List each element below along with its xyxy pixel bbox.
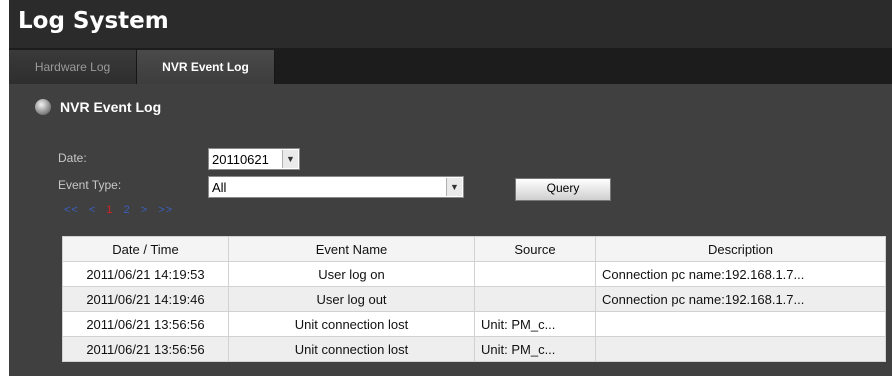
- nvr-event-log-panel: NVR Event Log Date: 20110621 ▼ Event Typ…: [9, 84, 892, 376]
- column-header-description[interactable]: Description: [595, 236, 886, 262]
- chevron-down-icon[interactable]: ▼: [282, 150, 298, 168]
- cell-date-time: 2011/06/21 13:56:56: [62, 336, 229, 362]
- log-system-window: Log System Hardware Log NVR Event Log NV…: [9, 0, 892, 376]
- pager-page-2[interactable]: 2: [124, 204, 131, 216]
- date-label: Date:: [58, 151, 87, 165]
- cell-source: [474, 286, 596, 312]
- chevron-down-icon[interactable]: ▼: [446, 178, 462, 196]
- cell-source: Unit: PM_c...: [474, 336, 596, 362]
- event-type-select[interactable]: All ▼: [208, 176, 464, 198]
- cell-event-name: Unit connection lost: [228, 336, 475, 362]
- event-type-select-value: All: [212, 180, 227, 195]
- cell-date-time: 2011/06/21 13:56:56: [62, 311, 229, 337]
- tab-nvr-event-log[interactable]: NVR Event Log: [137, 50, 275, 84]
- pager-first-link[interactable]: <<: [64, 204, 79, 216]
- cell-description: Connection pc name:192.168.1.7...: [595, 286, 886, 312]
- cell-source: Unit: PM_c...: [474, 311, 596, 337]
- cell-source: [474, 261, 596, 287]
- column-header-date-time[interactable]: Date / Time: [62, 236, 229, 262]
- pager-last-link[interactable]: >>: [158, 204, 173, 216]
- cell-event-name: Unit connection lost: [228, 311, 475, 337]
- cell-event-name: User log out: [228, 286, 475, 312]
- pager-next-link[interactable]: >: [141, 204, 148, 216]
- cell-date-time: 2011/06/21 14:19:53: [62, 261, 229, 287]
- circle-bullet-icon: [35, 99, 51, 115]
- table-header-row: Date / Time Event Name Source Descriptio…: [62, 236, 886, 262]
- cell-description: [595, 336, 886, 362]
- table-row[interactable]: 2011/06/21 14:19:46 User log out Connect…: [62, 286, 886, 312]
- table-row[interactable]: 2011/06/21 13:56:56 Unit connection lost…: [62, 336, 886, 362]
- query-button[interactable]: Query: [515, 178, 611, 201]
- pager-page-1[interactable]: 1: [106, 204, 113, 216]
- date-select[interactable]: 20110621 ▼: [208, 148, 300, 170]
- column-header-source[interactable]: Source: [474, 236, 596, 262]
- event-type-label: Event Type:: [58, 178, 122, 192]
- pager-prev-link[interactable]: <: [89, 204, 96, 216]
- cell-date-time: 2011/06/21 14:19:46: [62, 286, 229, 312]
- cell-description: Connection pc name:192.168.1.7...: [595, 261, 886, 287]
- table-row[interactable]: 2011/06/21 14:19:53 User log on Connecti…: [62, 261, 886, 287]
- column-header-event-name[interactable]: Event Name: [228, 236, 475, 262]
- page-title: Log System: [18, 8, 169, 34]
- cell-event-name: User log on: [228, 261, 475, 287]
- section-title: NVR Event Log: [60, 99, 162, 115]
- tab-hardware-log[interactable]: Hardware Log: [9, 50, 137, 84]
- tab-bar: Hardware Log NVR Event Log: [9, 48, 892, 84]
- event-log-table: Date / Time Event Name Source Descriptio…: [62, 236, 886, 362]
- date-select-value: 20110621: [212, 152, 269, 167]
- table-row[interactable]: 2011/06/21 13:56:56 Unit connection lost…: [62, 311, 886, 337]
- cell-description: [595, 311, 886, 337]
- pagination: << < 1 2 > >>: [64, 204, 179, 216]
